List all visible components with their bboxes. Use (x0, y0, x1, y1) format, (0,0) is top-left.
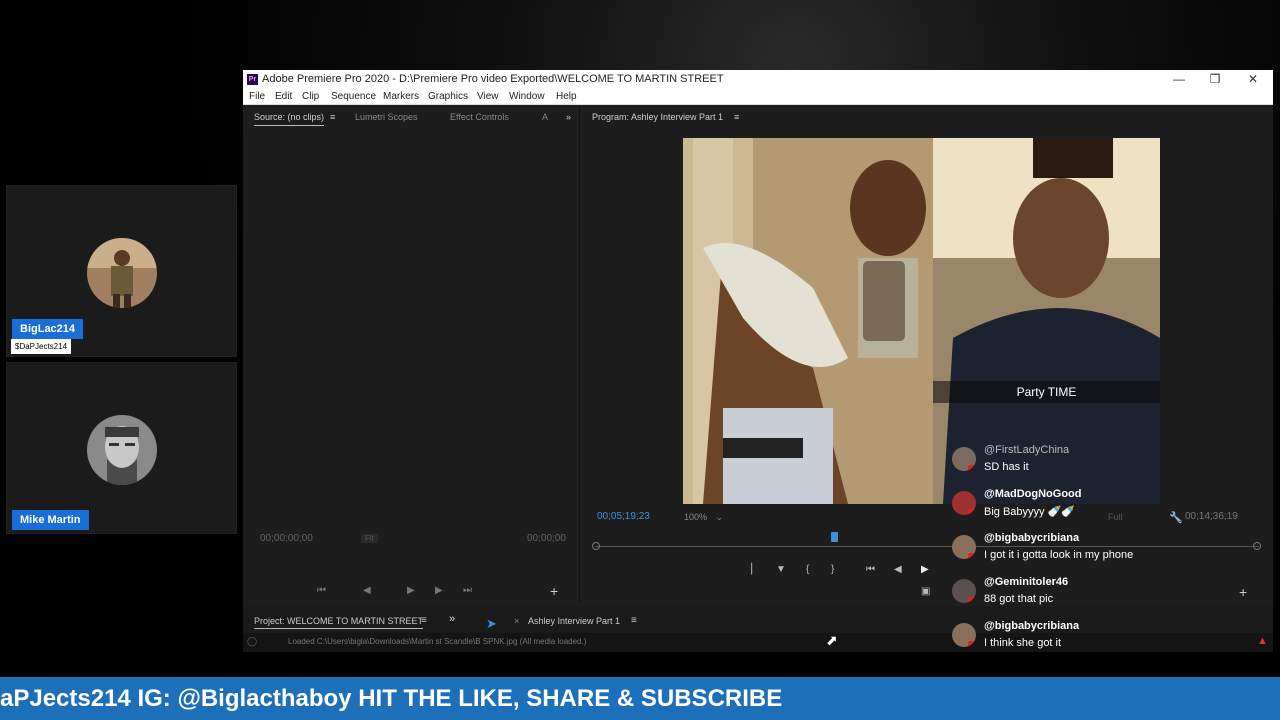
chat-message: @bigbabycribiana I think she got it (952, 619, 1272, 659)
chat-avatar (952, 579, 976, 603)
menu-clip[interactable]: Clip (302, 91, 319, 102)
program-tab-bar: Program: Ashley Interview Part 1 ≡ (581, 106, 1273, 128)
chat-username: @bigbabycribiana (984, 620, 1080, 632)
chat-username: @Geminitoler46 (984, 576, 1069, 588)
close-icon[interactable]: ✕ (1238, 71, 1268, 88)
play-icon[interactable]: ▶ (921, 564, 929, 575)
status-text: Loaded C:\Users\bigla\Downloads\Martin s… (288, 637, 587, 646)
menu-markers[interactable]: Markers (383, 91, 419, 102)
menu-help[interactable]: Help (556, 91, 577, 102)
maximize-icon[interactable]: ❐ (1200, 71, 1230, 88)
scrubber-start-handle[interactable] (592, 542, 600, 550)
participant-card-biglac: BigLac214 $DaPJects214 (6, 185, 237, 357)
avatar-image (87, 415, 157, 485)
chat-text: I think she got it (984, 637, 1062, 649)
tab-timeline[interactable]: Ashley Interview Part 1 (528, 616, 620, 626)
source-add-button-icon[interactable]: + (550, 583, 558, 599)
chat-avatar (952, 447, 976, 471)
export-frame-icon[interactable]: ▣ (921, 586, 930, 597)
mark-out-icon[interactable]: } (831, 564, 834, 575)
minimize-icon[interactable]: — (1164, 71, 1194, 88)
panel-menu-icon[interactable]: ≡ (330, 112, 335, 122)
scrolling-banner: aPJects214 IG: @Biglacthaboy HIT THE LIK… (0, 677, 1280, 720)
add-marker-icon[interactable]: ▼ (776, 564, 786, 575)
avatar (87, 238, 157, 308)
chat-username: @bigbabycribiana (984, 532, 1080, 544)
video-caption: Party TIME (933, 381, 1160, 403)
source-step-back-icon[interactable]: ⏮ (317, 585, 326, 596)
source-step-forward-icon[interactable]: ⏭ (463, 585, 472, 596)
chat-message: @bigbabycribiana I got it i gotta look i… (952, 531, 1272, 571)
menu-window[interactable]: Window (509, 91, 545, 102)
playhead[interactable] (831, 532, 839, 542)
participant-name: BigLac214 (12, 319, 84, 339)
chat-message: @MadDogNoGood Big Babyyyy 🍼🍼 (952, 487, 1272, 527)
menu-sequence[interactable]: Sequence (331, 91, 376, 102)
mark-in-icon[interactable]: { (806, 564, 809, 575)
status-icon: ◯ (247, 636, 258, 646)
program-menu-icon[interactable]: ≡ (734, 112, 739, 122)
menu-bar: File Edit Clip Sequence Markers Graphics… (243, 89, 1273, 105)
mouse-cursor-icon: ⬈ (826, 632, 838, 648)
tab-effect-controls[interactable]: Effect Controls (450, 112, 509, 122)
chevron-down-icon: ⌄ (715, 512, 724, 522)
source-frame-forward-icon[interactable]: ▶ (435, 585, 443, 596)
source-duration: 00;00;00 (527, 533, 566, 544)
participant-handle: $DaPJects214 (11, 339, 72, 354)
selection-tool-icon[interactable]: ➤ (486, 616, 497, 632)
chat-text: Big Babyyyy 🍼🍼 (984, 506, 1075, 518)
avatar (87, 415, 157, 485)
chat-message: @Geminitoler46 88 got that pic (952, 575, 1272, 615)
fit-dropdown[interactable]: Fit (361, 534, 378, 543)
step-back-icon[interactable]: ◀ (894, 564, 902, 575)
source-frame-back-icon[interactable]: ◀ (363, 585, 371, 596)
go-to-in-icon[interactable]: ⏮ (866, 564, 875, 575)
chat-avatar (952, 535, 976, 559)
chat-message: @FirstLadyChina SD has it (952, 443, 1272, 483)
avatar-image (87, 238, 157, 308)
tab-a[interactable]: A (542, 112, 548, 122)
menu-edit[interactable]: Edit (275, 91, 292, 102)
close-timeline-icon[interactable]: × (514, 616, 519, 626)
chat-avatar (952, 491, 976, 515)
more-tabs-icon[interactable]: » (566, 112, 571, 122)
source-panel: Source: (no clips) ≡ Lumetri Scopes Effe… (243, 106, 580, 603)
source-play-icon[interactable]: ▶ (407, 585, 415, 596)
menu-file[interactable]: File (249, 91, 265, 102)
source-timecode: 00;00;00;00 (260, 533, 313, 544)
more-tabs-icon[interactable]: » (449, 613, 455, 625)
timeline-menu-icon[interactable]: ≡ (631, 615, 637, 626)
zoom-dropdown[interactable]: 100% ⌄ (684, 512, 723, 523)
chat-text: I got it i gotta look in my phone (984, 549, 1134, 561)
banner-text: aPJects214 IG: @Biglacthaboy HIT THE LIK… (0, 685, 783, 712)
zoom-value: 100% (684, 512, 708, 522)
program-current-timecode[interactable]: 00;05;19;23 (597, 511, 650, 522)
chat-text: 88 got that pic (984, 593, 1054, 605)
participant-card-mike: Mike Martin (6, 362, 237, 534)
tab-project[interactable]: Project: WELCOME TO MARTIN STREET (254, 616, 424, 629)
source-tab-bar: Source: (no clips) ≡ Lumetri Scopes Effe… (243, 106, 579, 128)
premiere-icon: Pr (247, 74, 258, 85)
participant-name: Mike Martin (12, 510, 89, 530)
chat-username: @MadDogNoGood (984, 488, 1082, 500)
menu-view[interactable]: View (477, 91, 499, 102)
program-title[interactable]: Program: Ashley Interview Part 1 (592, 112, 723, 125)
tab-source[interactable]: Source: (no clips) (254, 112, 325, 126)
mark-in-out-icon[interactable]: ⎟ (748, 564, 753, 575)
live-chat-overlay: @FirstLadyChina SD has it @MadDogNoGood … (945, 438, 1275, 660)
project-menu-icon[interactable]: ≡ (421, 615, 427, 626)
chat-avatar (952, 623, 976, 647)
tab-lumetri-scopes[interactable]: Lumetri Scopes (355, 112, 418, 122)
window-title: Adobe Premiere Pro 2020 - D:\Premiere Pr… (262, 73, 724, 85)
menu-graphics[interactable]: Graphics (428, 91, 468, 102)
title-bar: Pr Adobe Premiere Pro 2020 - D:\Premiere… (243, 70, 1273, 89)
chat-text: SD has it (984, 461, 1029, 473)
chat-username: @FirstLadyChina (984, 444, 1070, 456)
